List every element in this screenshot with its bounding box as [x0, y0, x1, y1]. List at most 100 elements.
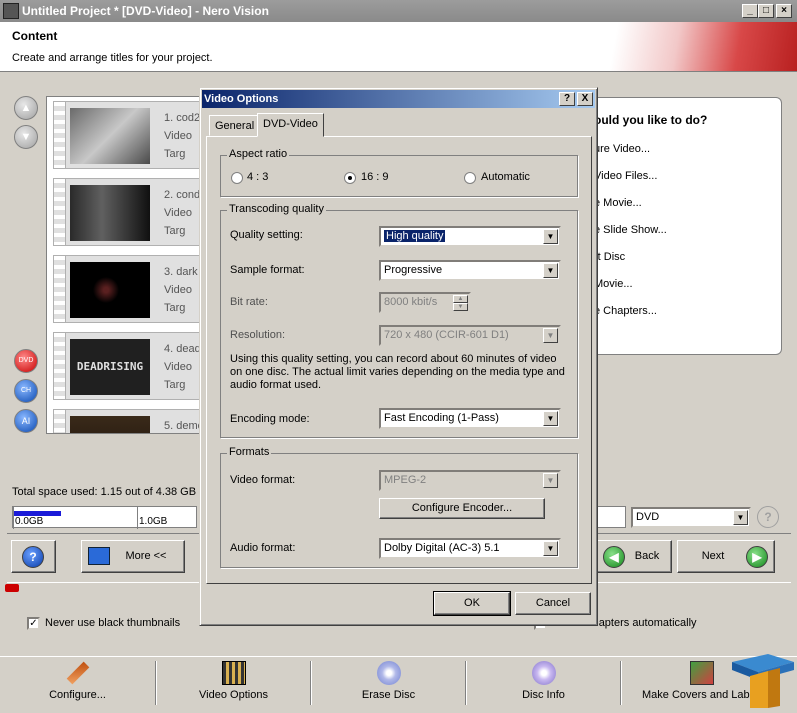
aspect-4-3-radio[interactable]: [231, 172, 243, 184]
tab-content: Aspect ratio 4 : 3 16 : 9 Automatic Tran…: [206, 136, 592, 584]
help-icon[interactable]: ?: [757, 506, 779, 528]
action-slide-show[interactable]: e Slide Show...: [594, 224, 667, 236]
page-title: Content: [12, 29, 58, 43]
configure-button[interactable]: Configure...: [0, 657, 155, 711]
app-icon: [3, 3, 19, 19]
page-subtitle: Create and arrange titles for your proje…: [12, 52, 213, 64]
action-import-disc[interactable]: rt Disc: [594, 251, 625, 263]
chevron-down-icon: ▼: [543, 473, 558, 488]
monitor-icon: [88, 547, 110, 565]
formats-label: Formats: [227, 446, 272, 458]
list-item[interactable]: DEADRISING 4. dead Video Targ: [53, 332, 203, 400]
maximize-button[interactable]: □: [758, 4, 774, 18]
text-icon[interactable]: AI: [14, 409, 38, 433]
never-black-label: Never use black thumbnails: [45, 617, 181, 629]
arrow-right-icon: ▶: [746, 546, 768, 568]
formats-group: Formats Video format: MPEG-2 ▼ Configure …: [220, 446, 578, 568]
chevron-down-icon: ▼: [543, 229, 558, 244]
configure-encoder-button[interactable]: Configure Encoder...: [379, 498, 545, 519]
action-edit-movie[interactable]: Movie...: [594, 278, 633, 290]
dialog-help-button[interactable]: ?: [559, 92, 575, 106]
close-button[interactable]: ×: [776, 4, 792, 18]
transcoding-label: Transcoding quality: [227, 203, 326, 215]
help-button[interactable]: ?: [11, 540, 56, 573]
action-make-movie[interactable]: e Movie...: [594, 197, 642, 209]
cancel-button[interactable]: Cancel: [515, 592, 591, 615]
action-panel: ould you like to do? ure Video... Video …: [586, 97, 782, 355]
burn-icon[interactable]: DVD: [14, 349, 38, 373]
space-usage-bar: 0.0GB 1.0GB: [12, 506, 197, 529]
move-up-button[interactable]: ▲: [14, 96, 38, 120]
space-used-label: Total space used: 1.15 out of 4.38 GB: [12, 486, 197, 498]
thumbnail: [70, 262, 150, 318]
ok-button[interactable]: OK: [433, 591, 511, 616]
disc-info-button[interactable]: Disc Info: [467, 657, 620, 711]
more-button[interactable]: More <<: [81, 540, 185, 573]
thumbnail: [70, 185, 150, 241]
minimize-button[interactable]: _: [742, 4, 758, 18]
dialog-close-button[interactable]: X: [577, 92, 593, 106]
aspect-automatic-radio[interactable]: [464, 172, 476, 184]
chevron-down-icon: ▼: [543, 411, 558, 426]
video-options-button[interactable]: Video Options: [157, 657, 310, 711]
action-create-chapters[interactable]: e Chapters...: [594, 305, 657, 317]
tab-general[interactable]: General: [209, 115, 261, 136]
chevron-down-icon: ▼: [543, 263, 558, 278]
watermark-logo: [728, 650, 797, 710]
video-options-dialog: Video Options ? X General DVD-Video Aspe…: [199, 87, 598, 626]
tick-label: 1.0GB: [139, 516, 168, 527]
list-item[interactable]: 3. dark Video Targ: [53, 255, 203, 323]
action-add-video-files[interactable]: Video Files...: [594, 170, 657, 182]
erase-disc-button[interactable]: Erase Disc: [312, 657, 465, 711]
action-capture-video[interactable]: ure Video...: [594, 143, 650, 155]
title-list[interactable]: 1. cod2 Video Targ 2. cond Video Targ 3.…: [46, 96, 206, 434]
quality-select[interactable]: High quality ▼: [379, 226, 561, 247]
header-banner-art: [597, 22, 797, 71]
page-header: Content Create and arrange titles for yo…: [0, 22, 797, 72]
quality-note: Using this quality setting, you can reco…: [230, 353, 565, 391]
encoding-mode-select[interactable]: Fast Encoding (1-Pass) ▼: [379, 408, 561, 429]
window-titlebar: Untitled Project * [DVD-Video] - Nero Vi…: [0, 0, 797, 22]
chapters-icon[interactable]: CH: [14, 379, 38, 403]
video-format-select[interactable]: MPEG-2 ▼: [379, 470, 561, 491]
pin-icon: [5, 584, 19, 592]
chevron-down-icon: ▼: [543, 328, 558, 343]
covers-icon: [690, 661, 714, 685]
transcoding-group: Transcoding quality Quality setting: Hig…: [220, 203, 578, 438]
back-button[interactable]: ◀ Back: [596, 540, 672, 573]
action-question: ould you like to do?: [594, 113, 708, 127]
disc-type-select[interactable]: DVD ▼: [631, 507, 751, 528]
help-icon: ?: [22, 546, 44, 568]
thumbnail: [70, 416, 150, 433]
chevron-down-icon: ▼: [543, 541, 558, 556]
aspect-ratio-group: Aspect ratio 4 : 3 16 : 9 Automatic: [220, 148, 578, 197]
thumbnail: [70, 108, 150, 164]
resolution-select[interactable]: 720 x 480 (CCIR-601 D1) ▼: [379, 325, 561, 346]
chevron-down-icon: ▼: [733, 510, 748, 525]
arrow-left-icon: ◀: [603, 546, 625, 568]
footer-toolbar: Configure... Video Options Erase Disc Di…: [0, 656, 797, 710]
thumbnail: DEADRISING: [70, 339, 150, 395]
spin-up-icon: ▲: [453, 295, 468, 303]
dialog-titlebar: Video Options ? X: [202, 90, 595, 108]
move-down-button[interactable]: ▼: [14, 125, 38, 149]
dialog-title: Video Options: [204, 93, 279, 105]
bitrate-spinner[interactable]: 8000 kbit/s ▲ ▼: [379, 292, 471, 313]
tick-label: 0.0GB: [15, 516, 44, 527]
disc-icon: [376, 661, 401, 685]
aspect-ratio-label: Aspect ratio: [227, 148, 290, 160]
audio-format-select[interactable]: Dolby Digital (AC-3) 5.1 ▼: [379, 538, 561, 559]
list-item[interactable]: 2. cond Video Targ: [53, 178, 203, 246]
next-button[interactable]: Next ▶: [677, 540, 775, 573]
disc-info-icon: [531, 661, 556, 685]
list-item[interactable]: 1. cod2 Video Targ: [53, 101, 203, 169]
hammer-icon: [66, 661, 89, 685]
spin-down-icon: ▼: [453, 303, 468, 311]
tab-dvd-video[interactable]: DVD-Video: [257, 113, 324, 137]
sample-format-select[interactable]: Progressive ▼: [379, 260, 561, 281]
list-item[interactable]: 5. demo: [53, 409, 204, 433]
film-icon: [221, 661, 246, 685]
never-black-checkbox[interactable]: ✓: [27, 617, 40, 630]
space-usage-bar-end: [596, 506, 626, 528]
aspect-16-9-radio[interactable]: [344, 172, 356, 184]
